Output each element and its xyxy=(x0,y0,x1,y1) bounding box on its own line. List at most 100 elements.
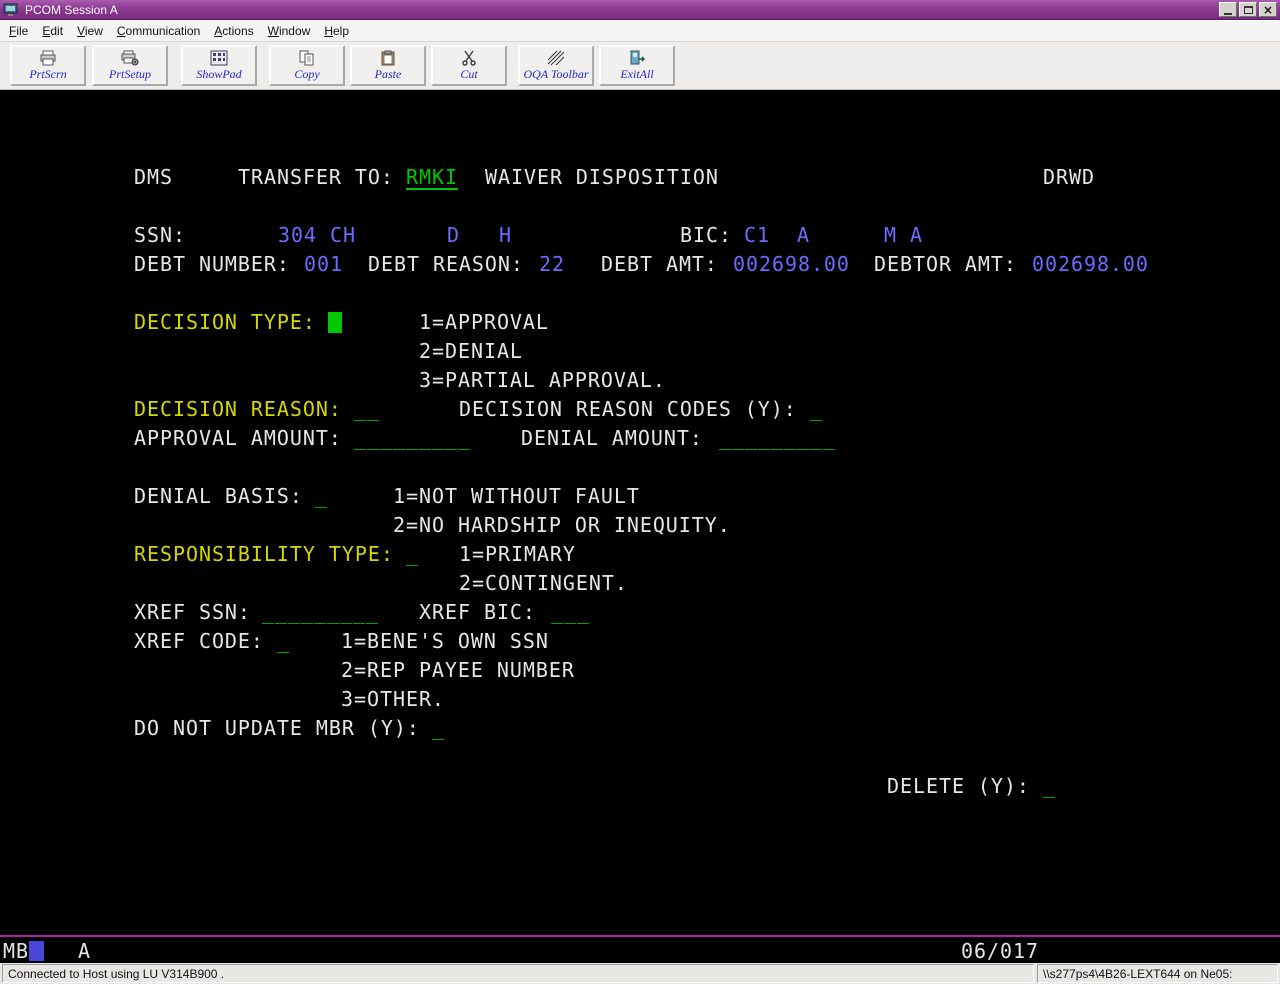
denial-basis-option-1: 1=NOT WITHOUT FAULT xyxy=(393,482,640,511)
exit-icon xyxy=(628,50,646,66)
decision-reason-codes-field[interactable]: _ xyxy=(810,395,823,424)
close-button[interactable]: × xyxy=(1259,2,1277,17)
menu-edit[interactable]: Edit xyxy=(35,21,70,41)
app-icon xyxy=(3,2,19,18)
close-icon: × xyxy=(1263,4,1273,16)
terminal-row-amounts: APPROVAL AMOUNT: _________ DENIAL AMOUNT… xyxy=(0,424,1280,453)
terminal-row-decision-type-opt2: 2=DENIAL xyxy=(0,337,1280,366)
cut-button[interactable]: Cut xyxy=(431,45,507,86)
denial-basis-field[interactable]: _ xyxy=(315,482,328,511)
screen-app-id: DMS xyxy=(134,163,173,192)
do-not-update-label: DO NOT UPDATE MBR (Y): xyxy=(134,714,420,743)
copy-icon xyxy=(298,50,316,66)
terminal-screen[interactable]: DMS TRANSFER TO: RMKI WAIVER DISPOSITION… xyxy=(0,90,1280,963)
terminal-row-xref-code: XREF CODE: _ 1=BENE'S OWN SSN xyxy=(0,627,1280,656)
oia-session-id: A xyxy=(78,939,91,963)
xref-ssn-label: XREF SSN: xyxy=(134,598,251,627)
transfer-to-field[interactable]: RMKI xyxy=(406,163,458,192)
decision-reason-field[interactable]: __ xyxy=(354,395,380,424)
debt-number-value: 001 xyxy=(304,250,343,279)
debtor-amt-label: DEBTOR AMT: xyxy=(874,250,1017,279)
printer-icon xyxy=(39,50,57,66)
do-not-update-field[interactable]: _ xyxy=(432,714,445,743)
debt-number-label: DEBT NUMBER: xyxy=(134,250,290,279)
xref-code-label: XREF CODE: xyxy=(134,627,264,656)
oia-cursor-position: 06/017 xyxy=(961,939,1039,963)
denial-amount-field[interactable]: _________ xyxy=(719,424,836,453)
debtor-amt-value: 002698.00 xyxy=(1032,250,1149,279)
denial-basis-option-2: 2=NO HARDSHIP OR INEQUITY. xyxy=(393,511,731,540)
menu-help[interactable]: Help xyxy=(317,21,356,41)
menu-view[interactable]: View xyxy=(70,21,110,41)
xref-code-option-1: 1=BENE'S OWN SSN xyxy=(341,627,549,656)
menu-window[interactable]: Window xyxy=(261,21,318,41)
xref-ssn-field[interactable]: _________ xyxy=(262,598,379,627)
terminal-cursor[interactable] xyxy=(328,312,342,333)
bic-label: BIC: xyxy=(680,221,732,250)
exitall-button[interactable]: ExitAll xyxy=(599,45,675,86)
ssn-value-frag3: H xyxy=(499,221,512,250)
title-bar[interactable]: PCOM Session A × xyxy=(0,0,1280,20)
ssn-value-frag2: D xyxy=(447,221,460,250)
transfer-to-label: TRANSFER TO: xyxy=(238,163,394,192)
showpad-button[interactable]: ShowPad xyxy=(181,45,257,86)
terminal-row-do-not-update: DO NOT UPDATE MBR (Y): _ xyxy=(0,714,1280,743)
terminal-row-header: DMS TRANSFER TO: RMKI WAIVER DISPOSITION… xyxy=(0,163,1280,192)
bic-value-frag1: C1 xyxy=(744,221,770,250)
decision-type-label: DECISION TYPE: xyxy=(134,308,316,337)
delete-label: DELETE (Y): xyxy=(887,772,1030,801)
screen-title: WAIVER DISPOSITION xyxy=(485,163,719,192)
decision-type-option-2: 2=DENIAL xyxy=(419,337,523,366)
keypad-icon xyxy=(210,50,228,66)
responsibility-option-2: 2=CONTINGENT. xyxy=(459,569,628,598)
terminal-row-ssn: SSN: 304 CH D H BIC: C1 A M A xyxy=(0,221,1280,250)
terminal-row-debt: DEBT NUMBER: 001 DEBT REASON: 22 DEBT AM… xyxy=(0,250,1280,279)
maximize-icon xyxy=(1244,6,1253,14)
xref-code-field[interactable]: _ xyxy=(277,627,290,656)
debt-reason-value: 22 xyxy=(539,250,565,279)
terminal-row-xref-code-opt2: 2=REP PAYEE NUMBER xyxy=(0,656,1280,685)
hatch-icon xyxy=(547,50,565,66)
connection-status: Connected to Host using LU V314B900 . xyxy=(2,964,1034,983)
menu-file[interactable]: File xyxy=(2,21,35,41)
xref-bic-label: XREF BIC: xyxy=(419,598,536,627)
status-bar: Connected to Host using LU V314B900 . \\… xyxy=(0,963,1280,984)
denial-amount-label: DENIAL AMOUNT: xyxy=(521,424,703,453)
prtscrn-button[interactable]: PrtScrn xyxy=(10,45,86,86)
xref-code-option-3: 3=OTHER. xyxy=(341,685,445,714)
terminal-row-responsibility: RESPONSIBILITY TYPE: _ 1=PRIMARY xyxy=(0,540,1280,569)
scissors-icon xyxy=(460,50,478,66)
minimize-button[interactable] xyxy=(1219,2,1237,17)
responsibility-type-label: RESPONSIBILITY TYPE: xyxy=(134,540,394,569)
terminal-row-decision-type-opt3: 3=PARTIAL APPROVAL. xyxy=(0,366,1280,395)
terminal-row-decision-reason: DECISION REASON: __ DECISION REASON CODE… xyxy=(0,395,1280,424)
xref-bic-field[interactable]: ___ xyxy=(551,598,590,627)
copy-button[interactable]: Copy xyxy=(269,45,345,86)
pcom-window: PCOM Session A × File Edit View Communic… xyxy=(0,0,1280,984)
screen-code: DRWD xyxy=(1043,163,1095,192)
decision-reason-codes-label: DECISION REASON CODES (Y): xyxy=(459,395,797,424)
terminal-row-decision-type: DECISION TYPE: 1=APPROVAL xyxy=(0,308,1280,337)
terminal-row-delete: DELETE (Y): _ xyxy=(0,772,1280,801)
decision-type-option-1: 1=APPROVAL xyxy=(419,308,549,337)
approval-amount-field[interactable]: _________ xyxy=(354,424,471,453)
delete-field[interactable]: _ xyxy=(1043,772,1056,801)
menu-bar: File Edit View Communication Actions Win… xyxy=(0,20,1280,42)
decision-type-option-3: 3=PARTIAL APPROVAL. xyxy=(419,366,666,395)
terminal-row-denial-basis-opt2: 2=NO HARDSHIP OR INEQUITY. xyxy=(0,511,1280,540)
debt-amt-value: 002698.00 xyxy=(733,250,850,279)
printer-setup-icon xyxy=(121,50,139,66)
bic-value-frag3: M A xyxy=(884,221,923,250)
maximize-button[interactable] xyxy=(1239,2,1257,17)
denial-basis-label: DENIAL BASIS: xyxy=(134,482,303,511)
responsibility-type-field[interactable]: _ xyxy=(406,540,419,569)
oqa-toolbar-button[interactable]: OQA Toolbar xyxy=(518,45,594,86)
prtsetup-button[interactable]: PrtSetup xyxy=(92,45,168,86)
oia-status-row: MB A 06/017 xyxy=(0,939,1280,963)
paste-button[interactable]: Paste xyxy=(350,45,426,86)
menu-communication[interactable]: Communication xyxy=(110,21,207,41)
menu-actions[interactable]: Actions xyxy=(207,21,260,41)
ssn-label: SSN: xyxy=(134,221,186,250)
responsibility-option-1: 1=PRIMARY xyxy=(459,540,576,569)
terminal-row-denial-basis: DENIAL BASIS: _ 1=NOT WITHOUT FAULT xyxy=(0,482,1280,511)
